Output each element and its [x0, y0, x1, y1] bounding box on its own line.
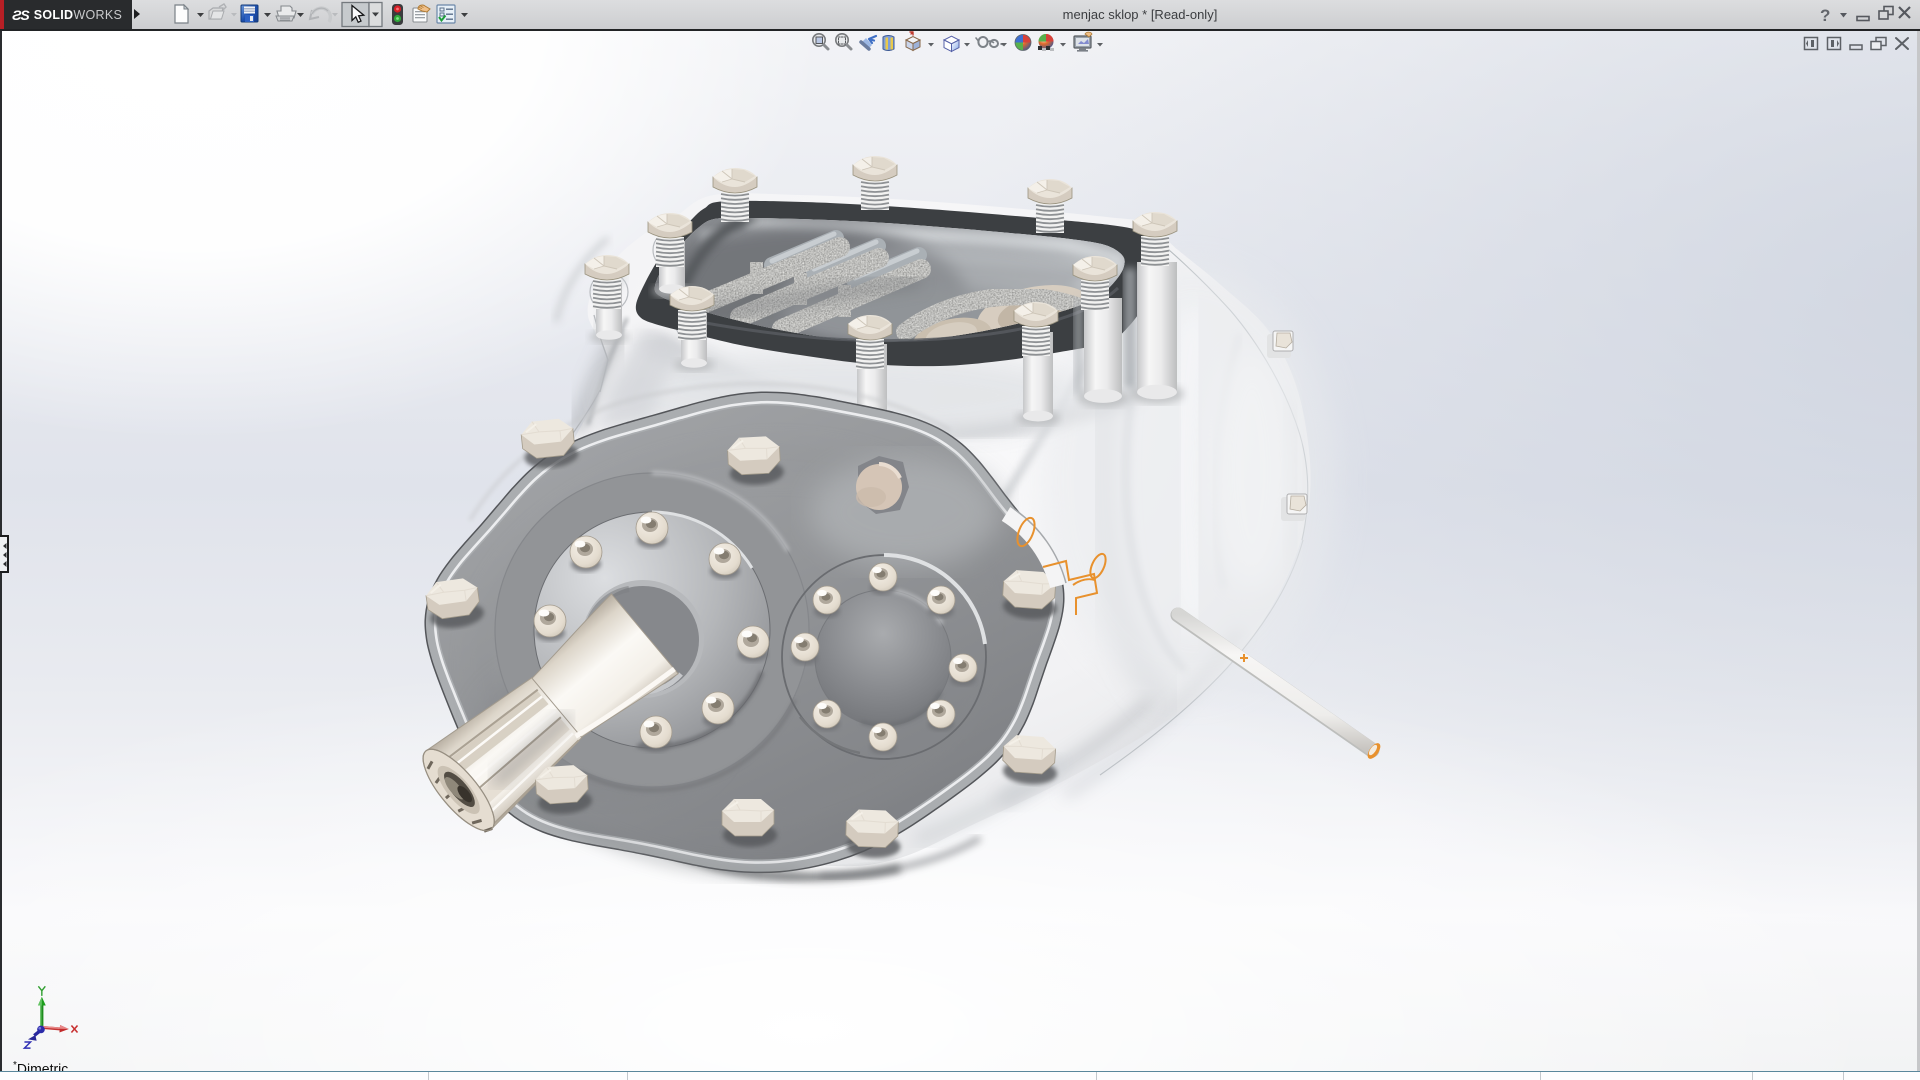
svg-text:?: ? — [1820, 6, 1830, 25]
